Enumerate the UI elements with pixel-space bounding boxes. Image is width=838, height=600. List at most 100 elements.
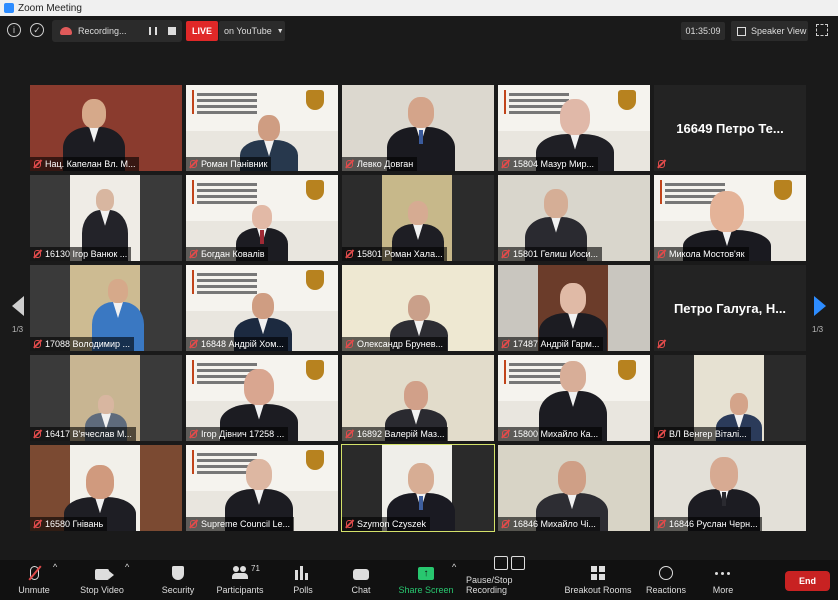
participant-face — [560, 361, 586, 393]
muted-mic-icon — [502, 340, 509, 348]
participant-name-tile[interactable]: Петро Галуга, Н... — [654, 265, 806, 351]
participant-video-tile[interactable]: 16846 Михайло Чі... — [498, 445, 650, 531]
participants-button[interactable]: 71 Participants — [212, 562, 268, 598]
meeting-toolbar: Unmute ^ Stop Video ^ Security 71 Partic… — [0, 556, 838, 600]
more-dots-icon — [715, 566, 731, 580]
participant-name: Ігор Дівнич 17258 ... — [201, 429, 285, 439]
participant-video-tile[interactable]: Левко Довган — [342, 85, 494, 171]
participant-name: Богдан Ковалів — [201, 249, 265, 259]
participant-face — [710, 457, 738, 491]
meeting-topbar: i ✓ Recording... LIVE on YouTube ▼ 01:35… — [0, 16, 838, 46]
participant-name-label: 16892 Валерій Маз... — [342, 427, 449, 441]
pause-stop-recording-label: Pause/Stop Recording — [466, 575, 513, 595]
necktie — [722, 492, 726, 506]
breakout-rooms-button[interactable]: Breakout Rooms — [564, 562, 632, 598]
participant-video-tile[interactable]: Ігор Дівнич 17258 ... — [186, 355, 338, 441]
muted-mic-icon — [346, 250, 353, 258]
fullscreen-icon[interactable] — [816, 24, 828, 36]
participant-video-tile[interactable]: 16848 Андрій Хом... — [186, 265, 338, 351]
participant-video-tile[interactable]: 15801 Гелиш Иоси... — [498, 175, 650, 261]
knights-emblem-icon — [618, 360, 636, 380]
participant-name: ВЛ Венгер Віталі... — [669, 429, 747, 439]
muted-mic-icon — [346, 340, 353, 348]
participant-video-tile[interactable]: 16130 Ігор Ванюк ... — [30, 175, 182, 261]
muted-mic-icon — [190, 160, 197, 168]
muted-mic-icon — [658, 520, 665, 528]
necktie — [419, 495, 423, 510]
participant-video-tile[interactable]: 15801 Роман Хала... — [342, 175, 494, 261]
muted-mic-icon — [190, 250, 197, 258]
video-camera-icon — [95, 569, 114, 580]
participant-video-tile[interactable]: ВЛ Венгер Віталі... — [654, 355, 806, 441]
participant-name: Олександр Брунев... — [357, 339, 443, 349]
live-badge[interactable]: LIVE — [186, 21, 218, 41]
participant-video-tile[interactable]: 17487 Андрій Гарм... — [498, 265, 650, 351]
participant-name-label: 17088 Володимир ... — [30, 337, 134, 351]
next-page-arrow-icon[interactable] — [814, 296, 826, 316]
muted-mic-icon — [346, 520, 353, 528]
share-screen-arrow-icon: ↑ — [418, 567, 434, 580]
reactions-button[interactable]: Reactions — [644, 562, 688, 598]
info-icon[interactable]: i — [7, 23, 21, 37]
more-button[interactable]: More — [708, 562, 738, 598]
pause-recording-icon[interactable] — [149, 27, 157, 35]
stop-video-button[interactable]: Stop Video — [78, 562, 126, 598]
unmute-button[interactable]: Unmute — [14, 562, 54, 598]
participant-face — [544, 189, 568, 218]
participant-face — [560, 283, 586, 315]
speaker-view-button[interactable]: Speaker View — [731, 21, 808, 41]
participant-name: 17487 Андрій Гарм... — [513, 339, 600, 349]
participant-video-tile[interactable]: 16892 Валерій Маз... — [342, 355, 494, 441]
participant-video-tile[interactable]: Szymon Czyszek — [341, 444, 495, 532]
participant-name-label: 16580 Гнівань — [30, 517, 108, 531]
participant-video-tile[interactable]: Олександр Брунев... — [342, 265, 494, 351]
participant-face — [86, 465, 114, 499]
polls-button[interactable]: Polls — [288, 562, 318, 598]
participant-video-tile[interactable]: Богдан Ковалів — [186, 175, 338, 261]
participant-video-tile[interactable]: Микола Мостов'як — [654, 175, 806, 261]
participant-name-label: 15804 Мазур Мир... — [498, 157, 598, 171]
participant-video-tile[interactable]: Supreme Council Le... — [186, 445, 338, 531]
participants-label: Participants — [216, 585, 264, 595]
participant-name: 16846 Михайло Чі... — [513, 519, 596, 529]
participant-video-tile[interactable]: 16417 В'ячеслав М... — [30, 355, 182, 441]
end-meeting-button[interactable]: End — [785, 571, 830, 591]
necktie — [260, 230, 264, 244]
window-titlebar: Zoom Meeting — [0, 0, 838, 16]
participant-video-tile[interactable]: Роман Панівник — [186, 85, 338, 171]
participant-video-tile[interactable]: 17088 Володимир ... — [30, 265, 182, 351]
participant-name-label: 16846 Руслан Черн... — [654, 517, 762, 531]
security-button[interactable]: Security — [158, 562, 198, 598]
cloud-recording-icon — [60, 27, 72, 35]
share-options-chevron-icon[interactable]: ^ — [452, 562, 456, 575]
muted-mic-icon — [658, 430, 665, 438]
participant-face — [408, 295, 430, 322]
video-options-chevron-icon[interactable]: ^ — [125, 562, 129, 575]
participant-name: Szymon Czyszek — [357, 519, 427, 529]
participant-video-tile[interactable]: 15800 Михайло Ка... — [498, 355, 650, 441]
audio-options-chevron-icon[interactable]: ^ — [53, 562, 57, 575]
participant-name: 16848 Андрій Хом... — [201, 339, 284, 349]
muted-mic-icon — [346, 160, 353, 168]
participant-name-label: Ігор Дівнич 17258 ... — [186, 427, 289, 441]
share-screen-button[interactable]: ↑ Share Screen — [398, 562, 454, 598]
participant-name-label: Богдан Ковалів — [186, 247, 269, 261]
previous-page-arrow-icon[interactable] — [12, 296, 24, 316]
polls-label: Polls — [293, 585, 313, 595]
participant-name-tile[interactable]: 16649 Петро Те... — [654, 85, 806, 171]
participant-name: Supreme Council Le... — [201, 519, 291, 529]
stop-recording-icon[interactable] — [168, 27, 176, 35]
stream-target-dropdown[interactable]: on YouTube ▼ — [219, 21, 285, 41]
chat-bubble-icon — [353, 569, 369, 580]
knights-emblem-icon — [306, 450, 324, 470]
participant-face — [408, 201, 428, 225]
participant-name-label: Supreme Council Le... — [186, 517, 295, 531]
participant-video-tile[interactable]: Нац. Капелан Вл. М... — [30, 85, 182, 171]
participant-video-tile[interactable]: 16580 Гнівань — [30, 445, 182, 531]
participant-face — [558, 461, 586, 495]
participant-video-tile[interactable]: 15804 Мазур Мир... — [498, 85, 650, 171]
chat-button[interactable]: Chat — [346, 562, 376, 598]
security-shield-icon[interactable]: ✓ — [30, 23, 44, 37]
pause-stop-recording-button[interactable]: Pause/Stop Recording — [466, 556, 554, 598]
participant-video-tile[interactable]: 16846 Руслан Черн... — [654, 445, 806, 531]
